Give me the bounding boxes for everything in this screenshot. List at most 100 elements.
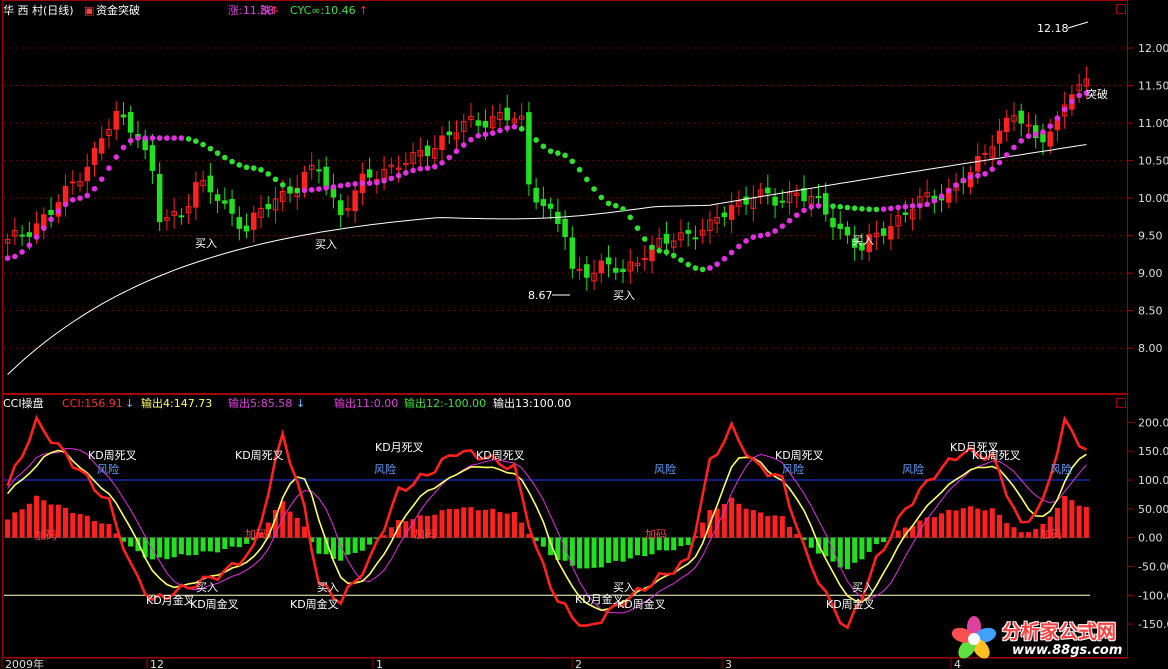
cyc-dot [1047,123,1053,129]
output13-value: 输出13:100.00 [493,397,572,410]
cyc-dot [164,135,170,141]
cci-signal-label: 加码 [245,528,267,541]
candle-body [352,190,358,212]
candle-body [1047,131,1053,147]
histogram-bar [164,537,170,560]
histogram-bar [953,510,959,538]
cyc-dot [193,138,199,145]
histogram-bar [1033,528,1039,538]
cyc-dot [917,202,923,209]
cyc-dot [287,186,293,192]
histogram-bar [743,508,749,538]
candle-body [765,187,771,194]
cyc-dot [308,187,315,193]
x-axis-label: 3 [725,658,732,669]
cyc-dot [1040,129,1046,135]
histogram-bar [989,508,995,538]
candle-body [721,212,728,218]
histogram-bar [511,512,517,538]
cci-signal-label: KD周死叉 [476,449,525,462]
cci-tick-label: 200.00 [1138,416,1168,429]
cyc-dot [924,201,930,208]
histogram-bar [475,510,481,538]
output4-value: 输出4:147.73 [141,397,213,410]
cyc-dot [584,176,590,183]
cyc-dot [641,236,648,242]
cyc-dot [236,162,243,168]
indicator-name[interactable]: 资金突破 [96,4,140,17]
histogram-bar [968,506,974,538]
cci-signal-label: KD周死叉 [235,449,284,462]
cci-signal-label: 买入 [317,581,339,594]
cyc-dot [301,187,308,194]
cyc-dot [482,131,489,138]
indicator-toggle-icon[interactable]: ▣ [84,4,94,17]
cyc-dot [1076,92,1082,99]
cyc-value: CYC∞:10.46 [290,4,356,17]
histogram-bar [519,522,525,538]
cyc-dot [323,185,329,191]
lower-panel-maximize-button[interactable] [1116,398,1126,408]
cci-signal-label: KD周死叉 [775,449,824,462]
candle-body [446,131,453,136]
site-logo: 分析家公式网 www.88gs.com [950,613,1160,663]
logo-main-text: 分析家公式网 [1002,621,1117,643]
histogram-bar [207,537,213,552]
candle-body [844,226,851,236]
cyc-dot [200,141,206,148]
histogram-bar [1018,532,1024,538]
cyc-dot [77,195,83,201]
histogram-bar [149,537,155,560]
cyc-dot [185,136,192,142]
candle-body [584,264,590,278]
price-tick-label: 11.00 [1138,117,1168,130]
cyc-dot [468,136,474,143]
histogram-bar [750,510,756,538]
histogram-bar [613,537,619,561]
candle-body [975,156,981,172]
cyc-dot [953,182,959,188]
cci-signal-label: 风险 [1050,462,1072,476]
cyc-dot [1032,131,1039,138]
cyc-dot [366,180,373,186]
candle-body [301,172,308,189]
histogram-bar [772,515,778,538]
cyc-dot [982,171,988,177]
histogram-bar [316,537,322,554]
candle-body [1018,110,1024,124]
price-tick-label: 8.50 [1138,305,1163,318]
histogram-bar [497,512,503,538]
cyc-dot [540,143,547,150]
cyc-dot [620,206,626,212]
cyc-dot [736,243,742,250]
cyc-dot [808,204,815,210]
cci-signal-label: KD周金叉 [190,597,239,611]
histogram-bar [345,537,351,555]
cci-signal-label: 风险 [902,462,924,476]
buy-signal-label: 买入 [195,237,217,250]
candles-group [4,66,1090,291]
cyc-dot [866,206,872,213]
candle-body [482,121,489,128]
cyc-dot [381,177,387,184]
candle-body [222,200,228,204]
cyc-dot [497,127,503,134]
candle-body [323,166,329,188]
price-tick-label: 12.00 [1138,42,1168,55]
panel-maximize-button[interactable] [1116,4,1126,14]
candle-body [178,215,185,218]
cci-signal-label: 风险 [374,462,396,476]
cyc-dot [424,165,431,171]
cyc-dot [533,137,539,143]
cyc-dot [460,142,467,148]
histogram-bar [960,508,966,538]
lower-indicator-name[interactable]: CCI操盘 [3,397,44,410]
histogram-bar [5,519,11,538]
cci-tick-label: -100.00 [1138,589,1168,602]
cyc-dot [757,232,764,239]
cyc-dot [678,257,684,263]
histogram-bar [700,522,706,538]
stock-chart[interactable]: 12.0011.5011.0010.5010.009.509.008.508.0… [0,0,1168,669]
cci-signal-label: 风险 [654,462,676,476]
cyc-dot [250,165,257,171]
